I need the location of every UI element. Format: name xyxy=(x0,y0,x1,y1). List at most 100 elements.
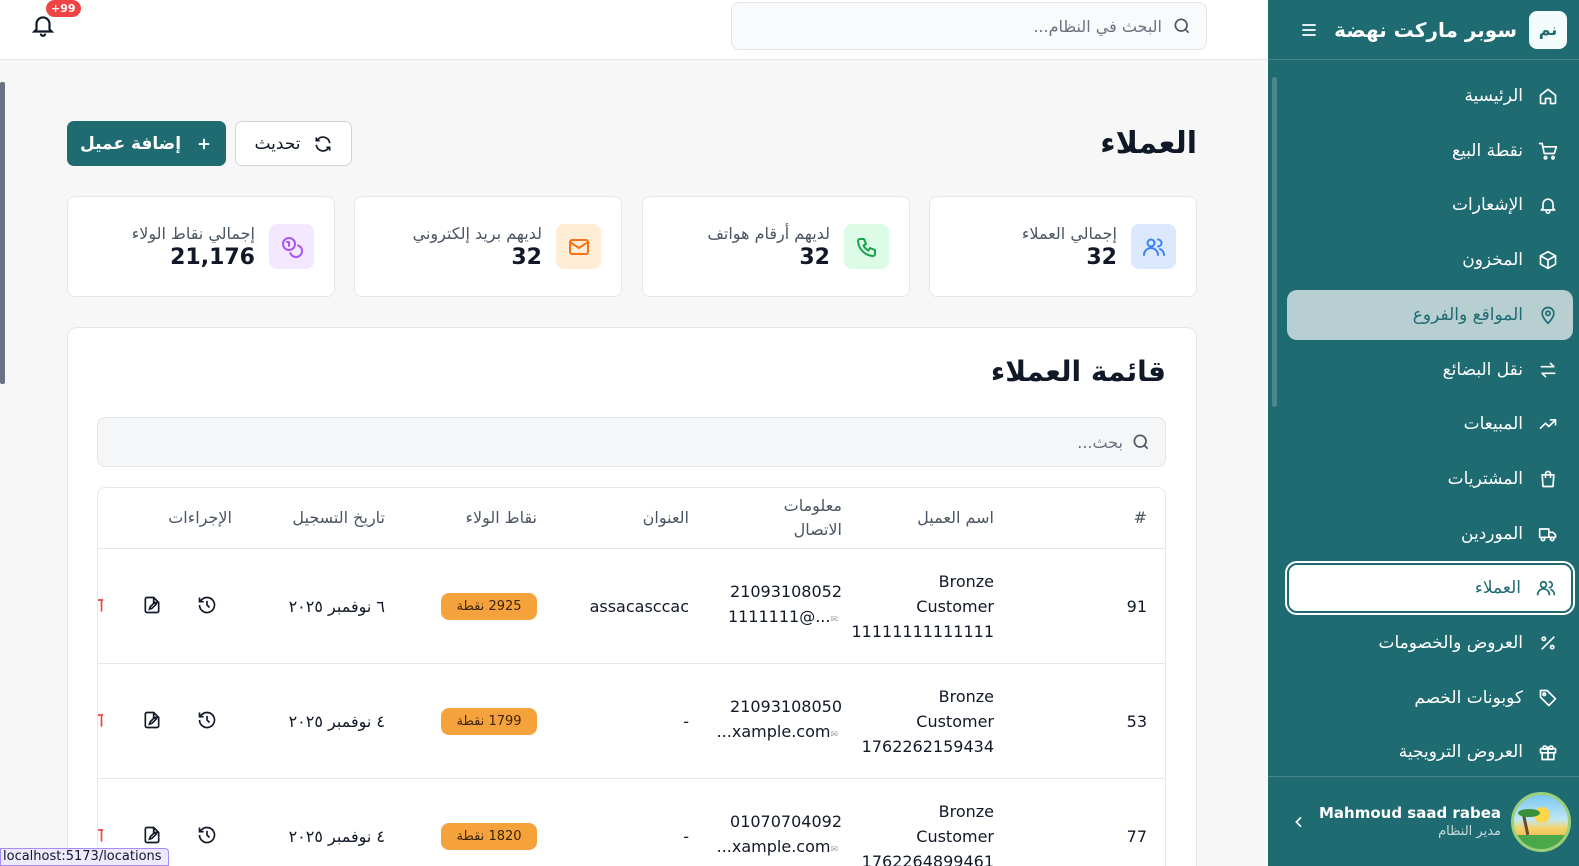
sidebar-item-12[interactable]: كوبونات الخصم xyxy=(1287,673,1573,723)
notifications-button[interactable]: +99 xyxy=(30,0,81,40)
sidebar-item-8[interactable]: المشتريات xyxy=(1287,454,1573,504)
top-bar: البحث في النظام... +99 xyxy=(0,0,1268,60)
stat-value: 32 xyxy=(1086,244,1117,270)
brand: نم سوبر ماركت نهضة xyxy=(1268,0,1579,60)
refresh-button[interactable]: تحديث xyxy=(235,121,352,166)
column-header-name[interactable]: اسم العميل xyxy=(917,506,994,530)
collapse-sidebar-button[interactable] xyxy=(1286,809,1312,835)
map-pin-icon xyxy=(1537,304,1559,326)
trash-icon xyxy=(98,595,104,615)
status-bar-url: localhost:5173/locations xyxy=(0,848,169,866)
cell-email: ...xample.com xyxy=(716,722,831,741)
loyalty-points-badge: 1820 نقطة xyxy=(441,823,537,850)
delete-button[interactable] xyxy=(98,825,104,847)
table-row[interactable]: 53 Bronze Customer 1762262159434 21093108050… xyxy=(98,664,1165,779)
cell-registration-date: ٦ نوفمبر ٢٠٢٥ xyxy=(288,597,385,616)
global-search-input[interactable]: البحث في النظام... xyxy=(731,2,1207,50)
column-header-date[interactable]: تاريخ التسجيل xyxy=(292,506,385,530)
stat-card-2: لديهم أرقام هواتف 32 xyxy=(642,196,910,297)
sidebar-item-13[interactable]: العروض الترويجية xyxy=(1287,727,1573,774)
refresh-icon xyxy=(313,134,333,154)
sidebar-item-9[interactable]: الموردين xyxy=(1287,509,1573,559)
edit-button[interactable] xyxy=(140,710,162,732)
edit-button[interactable] xyxy=(140,825,162,847)
sidebar-item-label: المشتريات xyxy=(1447,468,1523,489)
mail-icon: ✉ xyxy=(830,845,838,855)
page-title: العملاء xyxy=(1100,126,1197,161)
phone-icon xyxy=(844,224,889,269)
global-search-placeholder: البحث في النظام... xyxy=(1033,16,1162,36)
sidebar-item-label: الإشعارات xyxy=(1452,195,1523,216)
table-row[interactable]: 77 Bronze Customer 1762264899461 01070704092… xyxy=(98,779,1165,866)
sidebar-item-5[interactable]: المواقع والفروع xyxy=(1287,289,1573,340)
cell-registration-date: ٤ نوفمبر ٢٠٢٥ xyxy=(288,712,385,731)
history-button[interactable] xyxy=(195,595,217,617)
history-button[interactable] xyxy=(195,825,217,847)
user-profile[interactable]: Mahmoud saad rabea مدير النظام xyxy=(1268,776,1579,866)
cell-registration-date: ٤ نوفمبر ٢٠٢٥ xyxy=(288,827,385,846)
sidebar-item-6[interactable]: نقل البضائع xyxy=(1287,345,1573,395)
sidebar-item-10[interactable]: العملاء xyxy=(1287,563,1573,614)
tag-icon xyxy=(1537,687,1559,709)
sidebar-item-label: كوبونات الخصم xyxy=(1414,687,1523,708)
cell-id: 77 xyxy=(1126,827,1147,846)
table-row[interactable]: 91 Bronze Customer 11111111111111 2109310805… xyxy=(98,549,1165,664)
column-header-address[interactable]: العنوان xyxy=(643,506,689,530)
cell-phone: 01070704092 xyxy=(730,812,842,831)
sidebar-item-4[interactable]: المخزون xyxy=(1287,235,1573,285)
trending-up-icon xyxy=(1537,413,1559,435)
home-icon xyxy=(1537,85,1559,107)
cart-icon xyxy=(1537,140,1559,162)
percent-icon xyxy=(1537,632,1559,654)
stat-card-4: إجمالي نقاط الولاء 21,176 xyxy=(67,196,335,297)
sidebar-item-2[interactable]: نقطة البيع xyxy=(1287,126,1573,176)
sidebar-item-label: نقطة البيع xyxy=(1451,140,1523,161)
sidebar-item-label: الرئيسية xyxy=(1464,86,1523,106)
edit-icon xyxy=(140,825,162,845)
stat-value: 21,176 xyxy=(170,244,255,270)
gift-icon xyxy=(1537,741,1559,763)
menu-toggle-button[interactable] xyxy=(1294,15,1324,45)
customers-table: # اسم العميل معلومات الاتصال العنوان نقا… xyxy=(97,487,1166,866)
refresh-button-label: تحديث xyxy=(254,133,301,154)
column-header-id[interactable]: # xyxy=(1134,506,1147,530)
edit-icon xyxy=(140,595,162,615)
edit-button[interactable] xyxy=(140,595,162,617)
cell-address: - xyxy=(683,712,689,731)
sidebar-item-1[interactable]: الرئيسية xyxy=(1287,71,1573,121)
history-icon xyxy=(195,825,217,845)
coins-icon xyxy=(269,224,314,269)
cell-address: assacasccac xyxy=(589,597,689,616)
column-header-points[interactable]: نقاط الولاء xyxy=(465,506,537,530)
sidebar-item-11[interactable]: العروض والخصومات xyxy=(1287,618,1573,668)
sidebar-item-7[interactable]: المبيعات xyxy=(1287,399,1573,449)
loyalty-points-badge: 1799 نقطة xyxy=(441,708,537,735)
cell-email: 1111111@... xyxy=(727,607,831,626)
brand-name: سوبر ماركت نهضة xyxy=(1334,17,1517,42)
customers-search-placeholder: بحث... xyxy=(1077,432,1123,452)
bell-icon xyxy=(1537,194,1559,216)
stat-card-1: إجمالي العملاء 32 xyxy=(929,196,1197,297)
user-name: Mahmoud saad rabea xyxy=(1319,804,1501,822)
users-icon xyxy=(1131,224,1176,269)
shopping-bag-icon xyxy=(1537,468,1559,490)
delete-button[interactable] xyxy=(98,595,104,617)
mail-icon: ✉ xyxy=(830,615,838,625)
customers-search-input[interactable]: بحث... xyxy=(97,417,1166,467)
add-customer-button-label: إضافة عميل xyxy=(79,133,182,154)
cell-contact: 21093108052 1111111@...✉ xyxy=(728,579,842,633)
add-customer-button[interactable]: إضافة عميل xyxy=(67,121,226,166)
users-icon xyxy=(1535,577,1557,599)
sidebar-item-3[interactable]: الإشعارات xyxy=(1287,180,1573,230)
search-icon xyxy=(1172,16,1192,36)
edit-icon xyxy=(140,710,162,730)
cell-contact: 21093108050 ...xample.com✉ xyxy=(717,694,842,748)
history-icon xyxy=(195,595,217,615)
column-header-contact[interactable]: معلومات الاتصال xyxy=(764,494,842,542)
stat-label: إجمالي العملاء xyxy=(1021,223,1117,243)
delete-button[interactable] xyxy=(98,710,104,732)
cell-id: 91 xyxy=(1126,597,1147,616)
history-button[interactable] xyxy=(195,710,217,732)
cell-customer-name: Bronze Customer 1762264899461 xyxy=(861,802,994,866)
sidebar-scrollbar[interactable] xyxy=(1272,77,1277,407)
